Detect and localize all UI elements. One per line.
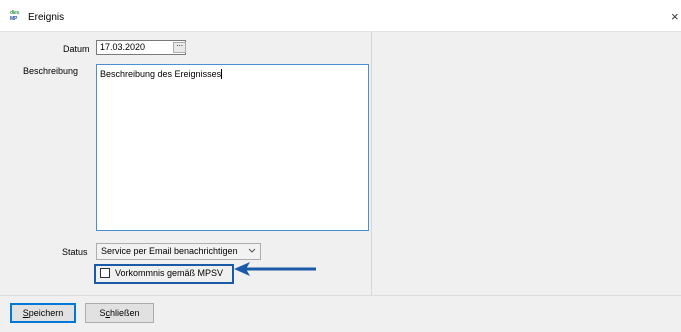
side-panel	[372, 31, 681, 295]
app-logo-icon: dies MP	[10, 10, 24, 22]
save-button[interactable]: Speichern	[10, 303, 76, 323]
text-caret	[221, 69, 223, 79]
title-bar: dies MP Ereignis ×	[0, 0, 681, 31]
save-label-rest: peichern	[28, 308, 64, 318]
beschreibung-text: Beschreibung des Ereignisses	[100, 69, 222, 79]
status-label: Status	[62, 247, 88, 257]
close-label-rest: hließen	[109, 308, 140, 318]
arrow-left-icon	[232, 261, 318, 279]
window-title: Ereignis	[28, 12, 65, 23]
chevron-down-icon	[248, 244, 256, 259]
mpsv-checkbox-label[interactable]: Vorkommnis gemäß MPSV	[115, 268, 223, 278]
close-button[interactable]: Schließen	[85, 303, 154, 323]
status-dropdown[interactable]: Service per Email benachrichtigen	[96, 243, 261, 260]
close-icon[interactable]: ×	[671, 9, 679, 24]
beschreibung-label: Beschreibung	[23, 66, 79, 76]
status-selected-value: Service per Email benachrichtigen	[101, 246, 238, 256]
date-picker-button[interactable]: ···	[173, 42, 186, 53]
datum-label: Datum	[63, 44, 90, 54]
app-logo-line2: MP	[10, 16, 18, 22]
beschreibung-textarea[interactable]: Beschreibung des Ereignisses	[96, 64, 369, 231]
mpsv-checkbox[interactable]	[100, 268, 110, 278]
